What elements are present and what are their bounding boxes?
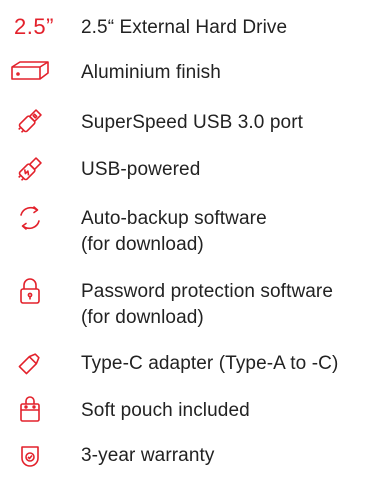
feature-text: Type-C adapter (Type-A to -C) bbox=[81, 353, 339, 374]
feature-text: SuperSpeed USB 3.0 port bbox=[81, 112, 303, 133]
feature-text-line: (for download) bbox=[81, 307, 204, 328]
warranty-shield-icon bbox=[8, 438, 52, 472]
size-2-5-inch-icon: 2.5” bbox=[6, 10, 62, 44]
feature-text: 3-year warranty bbox=[81, 445, 215, 466]
sync-arrows-icon bbox=[8, 201, 52, 235]
usb-plug-icon bbox=[8, 104, 52, 138]
feature-text-line: Password protection software bbox=[81, 281, 334, 302]
size-label: 2.5” bbox=[14, 14, 54, 39]
drive-enclosure-icon bbox=[8, 55, 52, 89]
feature-list: 2.5” 2.5“ External Hard Drive Aluminium … bbox=[0, 0, 383, 477]
padlock-icon bbox=[8, 274, 52, 308]
feature-text: Auto-backup software (for download) bbox=[81, 206, 267, 258]
usb-power-icon bbox=[8, 152, 52, 186]
feature-text: USB-powered bbox=[81, 159, 201, 180]
feature-text: 2.5“ External Hard Drive bbox=[81, 17, 288, 38]
feature-text: Soft pouch included bbox=[81, 400, 250, 421]
pouch-bag-icon bbox=[8, 393, 52, 427]
feature-text: Password protection software (for downlo… bbox=[81, 279, 333, 331]
feature-text-line: Auto-backup software bbox=[81, 208, 267, 229]
feature-text: Aluminium finish bbox=[81, 62, 221, 83]
feature-text-line: (for download) bbox=[81, 234, 204, 255]
usb-c-adapter-icon bbox=[8, 346, 52, 380]
